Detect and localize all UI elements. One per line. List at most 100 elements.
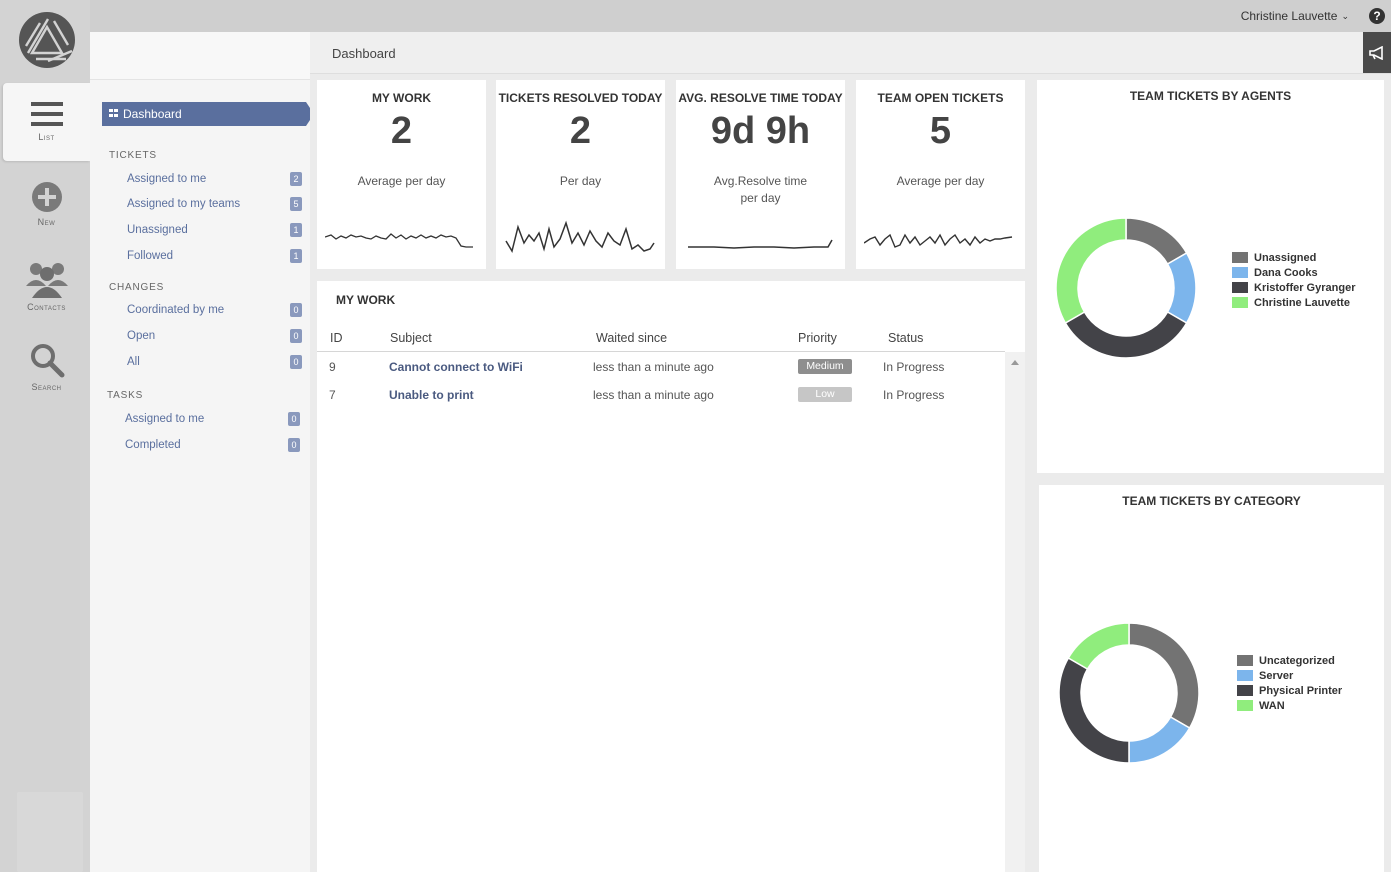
legend-item[interactable]: Dana Cooks <box>1232 265 1355 280</box>
nav-tasks-assigned-to-me[interactable]: Assigned to me 0 <box>125 412 300 426</box>
rail-contacts-label: Contacts <box>27 302 66 312</box>
count-badge: 5 <box>290 197 302 211</box>
sparkline <box>325 233 473 248</box>
icon-rail: List New Contacts Search <box>0 0 90 872</box>
my-work-panel: MY WORK ID Subject Waited since Priority… <box>317 281 1025 872</box>
logo[interactable] <box>18 11 76 69</box>
nav-panel: Dashboard TICKETS Assigned to me 2 Assig… <box>90 32 314 872</box>
rail-contacts[interactable]: Contacts <box>3 258 90 336</box>
legend-swatch <box>1237 685 1253 696</box>
search-icon <box>30 344 64 378</box>
table-row[interactable]: 7 Unable to print less than a minute ago… <box>317 381 1005 409</box>
legend-item[interactable]: Unassigned <box>1232 250 1355 265</box>
count-badge: 0 <box>290 303 302 317</box>
nav-changes-open[interactable]: Open 0 <box>127 329 302 343</box>
sparkline <box>864 233 1013 248</box>
table-scrollbar[interactable] <box>1005 352 1025 872</box>
legend-item[interactable]: Physical Printer <box>1237 683 1342 698</box>
scroll-up-arrow-icon[interactable] <box>1011 360 1019 365</box>
team-tickets-by-agents-card: TEAM TICKETS BY AGENTS Unassigned Dana C… <box>1037 80 1384 473</box>
kpi-title: AVG. RESOLVE TIME TODAY <box>678 91 843 105</box>
megaphone-icon <box>1369 45 1383 60</box>
nav-tasks-completed[interactable]: Completed 0 <box>125 438 300 452</box>
donut-slice-kristoffer-gyranger[interactable] <box>1064 310 1188 359</box>
donut-slice-unassigned[interactable] <box>1125 217 1188 266</box>
ticket-waited-since: less than a minute ago <box>593 388 714 402</box>
nav-tickets-followed[interactable]: Followed 1 <box>127 249 302 263</box>
count-badge: 2 <box>290 172 302 186</box>
nav-tickets-assigned-to-my-teams[interactable]: Assigned to my teams 5 <box>127 197 302 211</box>
legend-item[interactable]: Uncategorized <box>1237 653 1342 668</box>
nav-changes-coordinated-by-me[interactable]: Coordinated by me 0 <box>127 303 302 317</box>
nav-link-label: Assigned to me <box>125 413 205 425</box>
column-header-status[interactable]: Status <box>888 331 923 345</box>
donut-slice-wan[interactable] <box>1067 622 1130 671</box>
nav-link-label: Coordinated by me <box>127 304 225 316</box>
legend-item[interactable]: Christine Lauvette <box>1232 295 1355 310</box>
announcements-button[interactable] <box>1363 32 1391 73</box>
legend-item[interactable]: Kristoffer Gyranger <box>1232 280 1355 295</box>
chart-legend: Unassigned Dana Cooks Kristoffer Gyrange… <box>1232 250 1355 310</box>
column-header-subject[interactable]: Subject <box>390 331 432 345</box>
chevron-down-icon: ⌄ <box>1341 10 1349 21</box>
rail-list[interactable]: List <box>3 83 90 161</box>
plus-circle-icon <box>31 182 62 212</box>
table-row[interactable]: 9 Cannot connect to WiFi less than a min… <box>317 353 1005 381</box>
ticket-id: 9 <box>329 360 336 374</box>
rail-footer <box>17 792 83 872</box>
donut-slice-uncategorized[interactable] <box>1128 622 1200 730</box>
nav-item-dashboard[interactable]: Dashboard <box>102 102 314 126</box>
legend-swatch <box>1237 670 1253 681</box>
rail-search[interactable]: Search <box>3 342 90 420</box>
donut-slice-dana-cooks[interactable] <box>1166 251 1197 325</box>
nav-link-label: Unassigned <box>127 224 188 236</box>
user-name: Christine Lauvette <box>1240 9 1338 23</box>
kpi-value: 2 <box>569 110 592 152</box>
kpi-card-team-open-tickets: TEAM OPEN TICKETS 5 Average per day <box>856 80 1025 269</box>
rail-new[interactable]: New <box>3 178 90 256</box>
chart-legend: Uncategorized Server Physical Printer WA… <box>1237 653 1342 713</box>
dashboard-icon <box>109 109 119 118</box>
ticket-status: In Progress <box>883 388 945 402</box>
nav-item-dashboard-label: Dashboard <box>123 107 182 121</box>
ticket-waited-since: less than a minute ago <box>593 360 714 374</box>
kpi-subtitle: Average per day <box>896 174 985 188</box>
donut-chart <box>1058 622 1200 764</box>
column-header-id[interactable]: ID <box>330 331 343 345</box>
donut-slice-christine-lauvette[interactable] <box>1055 217 1127 325</box>
nav-link-label: Completed <box>125 439 181 451</box>
nav-header <box>90 32 310 80</box>
rail-new-label: New <box>37 217 56 227</box>
legend-label: Dana Cooks <box>1254 266 1318 279</box>
nav-section-changes: CHANGES <box>109 282 165 293</box>
legend-item[interactable]: Server <box>1237 668 1342 683</box>
page-title: Dashboard <box>332 46 396 61</box>
column-header-waited-since[interactable]: Waited since <box>596 331 667 345</box>
nav-link-label: Followed <box>127 250 174 262</box>
kpi-card-avg-resolve-time-today: AVG. RESOLVE TIME TODAY 9d 9h Avg.Resolv… <box>676 80 845 269</box>
legend-swatch <box>1232 252 1248 263</box>
kpi-subtitle: Avg.Resolve time per day <box>713 174 808 205</box>
help-icon[interactable]: ? <box>1369 8 1385 24</box>
donut-slice-physical-printer[interactable] <box>1058 656 1130 764</box>
legend-swatch <box>1237 700 1253 711</box>
donut-slice-server[interactable] <box>1128 715 1191 764</box>
priority-badge: Medium <box>798 359 852 374</box>
kpi-subtitle: Average per day <box>357 174 446 188</box>
kpi-title: TICKETS RESOLVED TODAY <box>498 91 663 105</box>
nav-tickets-assigned-to-me[interactable]: Assigned to me 2 <box>127 172 302 186</box>
legend-label: Physical Printer <box>1259 684 1343 697</box>
column-header-priority[interactable]: Priority <box>798 331 837 345</box>
ticket-status: In Progress <box>883 360 945 374</box>
nav-link-label: Open <box>127 330 156 342</box>
kpi-card-tickets-resolved-today: TICKETS RESOLVED TODAY 2 Per day <box>496 80 665 269</box>
nav-tickets-unassigned[interactable]: Unassigned 1 <box>127 223 302 237</box>
legend-item[interactable]: WAN <box>1237 698 1342 713</box>
kpi-title: MY WORK <box>371 91 432 105</box>
ticket-subject-link[interactable]: Cannot connect to WiFi <box>389 360 523 374</box>
nav-changes-all[interactable]: All 0 <box>127 355 302 369</box>
count-badge: 0 <box>288 438 300 452</box>
legend-label: Kristoffer Gyranger <box>1254 281 1356 294</box>
ticket-subject-link[interactable]: Unable to print <box>389 388 474 402</box>
user-menu[interactable]: Christine Lauvette ⌄ <box>1241 9 1349 23</box>
